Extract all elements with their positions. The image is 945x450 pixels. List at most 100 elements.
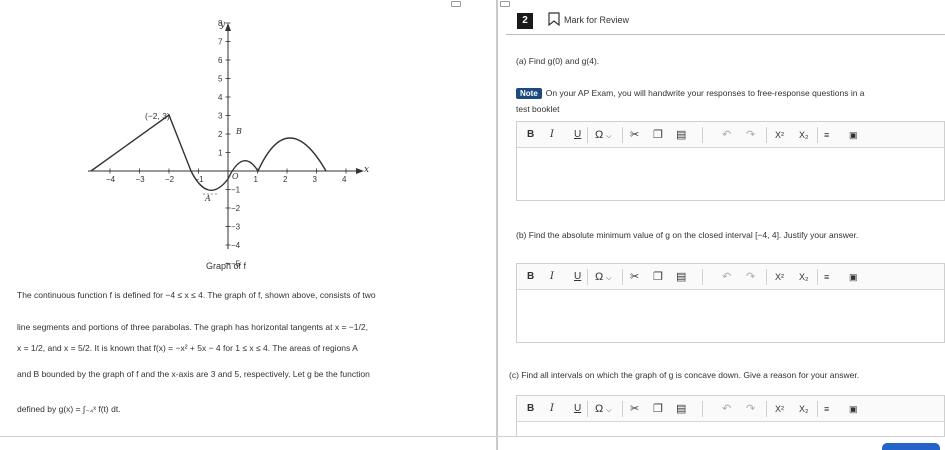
y-tick-label: −4: [231, 241, 241, 250]
superscript-button[interactable]: X²: [775, 128, 784, 142]
stimulus-line-5: defined by g(x) = ∫₋₄ˣ f(t) dt.: [17, 404, 121, 414]
graph-curve: [90, 113, 327, 191]
subscript-button[interactable]: X₂: [799, 128, 809, 142]
cut-icon[interactable]: ✂: [630, 270, 639, 284]
part-c-prompt: (c) Find all intervals on which the grap…: [509, 370, 860, 380]
stimulus-line-1: The continuous function f is defined for…: [17, 290, 376, 300]
y-tick-label: 3: [218, 112, 223, 121]
underline-button[interactable]: U: [574, 270, 581, 284]
response-text-area-b[interactable]: [517, 290, 944, 338]
bookmark-icon[interactable]: [548, 12, 560, 26]
y-tick-label: −1: [231, 186, 241, 195]
stimulus-line-2: line segments and portions of three para…: [17, 322, 368, 332]
y-ticks: 87654321−1−2−3−4−5: [218, 19, 241, 269]
y-tick-label: 1: [218, 149, 223, 158]
x-tick-label: 4: [342, 175, 347, 184]
part-a-prompt: (a) Find g(0) and g(4).: [516, 56, 600, 66]
part-b-prompt: (b) Find the absolute minimum value of g…: [516, 230, 859, 240]
toolbar-separator: [817, 269, 818, 285]
response-editor-c[interactable]: B I U Ω ⌵ ✂ ❐ ▤ ↶ ↷ X² X₂ ≡ ▣: [516, 395, 945, 437]
paste-icon[interactable]: ▤: [676, 402, 686, 416]
fullscreen-icon[interactable]: ▣: [849, 270, 858, 284]
subscript-button[interactable]: X₂: [799, 270, 809, 284]
toolbar-separator: [817, 127, 818, 143]
omega-icon: Ω: [595, 271, 604, 283]
editor-toolbar: B I U Ω ⌵ ✂ ❐ ▤ ↶ ↷ X² X₂ ≡ ▣: [517, 396, 944, 422]
special-characters-button[interactable]: Ω ⌵: [595, 270, 612, 286]
toolbar-separator: [587, 127, 588, 143]
toolbar-separator: [702, 269, 703, 285]
copy-icon[interactable]: ❐: [653, 128, 663, 142]
pane-divider[interactable]: [496, 0, 498, 450]
x-tick-label: −4: [106, 175, 116, 184]
italic-button[interactable]: I: [550, 270, 554, 284]
subscript-button[interactable]: X₂: [799, 402, 809, 416]
insert-equation-icon[interactable]: ≡: [824, 128, 829, 142]
redo-icon[interactable]: ↷: [746, 270, 755, 284]
y-axis-label: y: [219, 20, 226, 30]
origin-label: O: [232, 172, 239, 181]
x-axis-arrow: [356, 168, 364, 174]
omega-icon: Ω: [595, 403, 604, 415]
redo-icon[interactable]: ↷: [746, 128, 755, 142]
underline-button[interactable]: U: [574, 128, 581, 142]
fullscreen-icon[interactable]: ▣: [849, 402, 858, 416]
special-characters-button[interactable]: Ω ⌵: [595, 128, 612, 144]
undo-icon[interactable]: ↶: [722, 128, 731, 142]
toolbar-separator: [702, 401, 703, 417]
annotate-icon[interactable]: [451, 1, 461, 7]
chevron-down-icon: ⌵: [606, 407, 612, 414]
y-tick-label: 4: [218, 93, 223, 102]
region-b-label: B: [235, 127, 242, 136]
copy-icon[interactable]: ❐: [653, 402, 663, 416]
stimulus-line-4: and B bounded by the graph of f and the …: [17, 369, 370, 379]
y-axis-arrow: [225, 23, 231, 31]
chevron-down-icon: ⌵: [606, 275, 612, 282]
cut-icon[interactable]: ✂: [630, 128, 639, 142]
mark-for-review-label[interactable]: Mark for Review: [564, 15, 629, 25]
response-text-area-a[interactable]: [517, 148, 944, 196]
undo-icon[interactable]: ↶: [722, 402, 731, 416]
insert-equation-icon[interactable]: ≡: [824, 270, 829, 284]
response-editor-a[interactable]: B I U Ω ⌵ ✂ ❐ ▤ ↶ ↷ X² X₂ ≡ ▣: [516, 121, 945, 201]
note-line-1: Note On your AP Exam, you will handwrite …: [516, 88, 865, 99]
y-tick-label: 7: [218, 38, 223, 47]
top-toolbar-strip: [0, 0, 945, 7]
editor-toolbar: B I U Ω ⌵ ✂ ❐ ▤ ↶ ↷ X² X₂ ≡ ▣: [517, 122, 944, 148]
undo-icon[interactable]: ↶: [722, 270, 731, 284]
toolbar-separator: [622, 269, 623, 285]
redo-icon[interactable]: ↷: [746, 402, 755, 416]
insert-equation-icon[interactable]: ≡: [824, 402, 829, 416]
superscript-button[interactable]: X²: [775, 402, 784, 416]
copy-icon[interactable]: ❐: [653, 270, 663, 284]
bold-button[interactable]: B: [527, 270, 534, 284]
superscript-button[interactable]: X²: [775, 270, 784, 284]
toolbar-separator: [587, 401, 588, 417]
cut-icon[interactable]: ✂: [630, 402, 639, 416]
italic-button[interactable]: I: [550, 128, 554, 142]
editor-toolbar: B I U Ω ⌵ ✂ ❐ ▤ ↶ ↷ X² X₂ ≡ ▣: [517, 264, 944, 290]
toolbar-separator: [766, 401, 767, 417]
response-editor-b[interactable]: B I U Ω ⌵ ✂ ❐ ▤ ↶ ↷ X² X₂ ≡ ▣: [516, 263, 945, 343]
fullscreen-icon[interactable]: ▣: [849, 128, 858, 142]
special-characters-button[interactable]: Ω ⌵: [595, 402, 612, 418]
italic-button[interactable]: I: [550, 402, 554, 416]
toolbar-separator: [766, 269, 767, 285]
next-button[interactable]: [882, 443, 940, 450]
question-number: 2: [517, 13, 533, 29]
bold-button[interactable]: B: [527, 128, 534, 142]
graph-svg: −4 −3 −2 −1 1 2 3 4 87654321−1−2−3−4−5 y x O (−…: [88, 19, 369, 269]
footer-divider: [0, 436, 945, 437]
graph-of-f: −4 −3 −2 −1 1 2 3 4 8 7 6 5 4 3 2 1 −1 −2 −3 −4 −5 y x O (−…: [88, 15, 388, 280]
y-tick-label: 6: [218, 56, 223, 65]
bold-button[interactable]: B: [527, 402, 534, 416]
y-tick-label: 2: [218, 130, 223, 139]
paste-icon[interactable]: ▤: [676, 128, 686, 142]
region-a-label: A: [204, 194, 211, 203]
toolbar-separator: [766, 127, 767, 143]
graph-caption: Graph of f: [206, 261, 247, 271]
paste-icon[interactable]: ▤: [676, 270, 686, 284]
underline-button[interactable]: U: [574, 402, 581, 416]
y-tick-label: −3: [231, 223, 241, 232]
more-tools-icon[interactable]: [500, 1, 510, 7]
